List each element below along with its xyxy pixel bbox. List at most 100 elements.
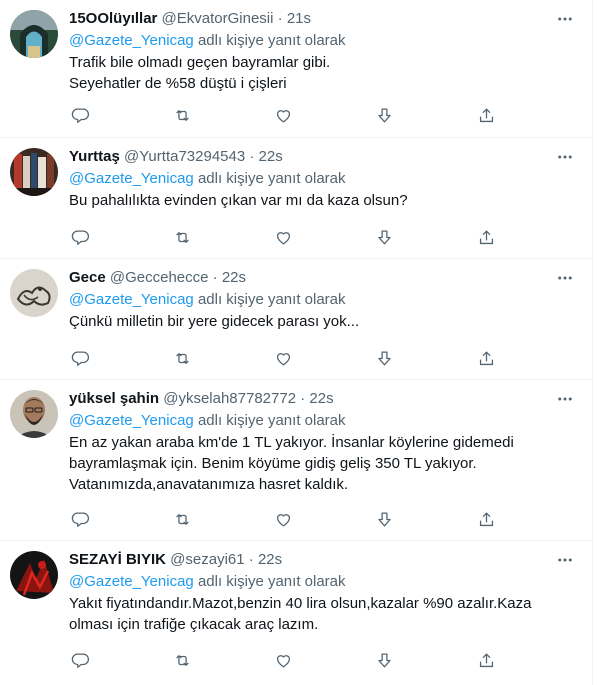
tweet-item[interactable]: 15OOlüyıllar @EkvatorGinesii · 21s @Gaze… <box>0 0 593 138</box>
downvote-button[interactable] <box>373 649 395 671</box>
timestamp[interactable]: 22s <box>259 148 283 165</box>
reply-bubble-icon <box>71 108 89 123</box>
timestamp[interactable]: 22s <box>258 551 282 568</box>
share-upload-icon <box>479 230 493 244</box>
user-handle[interactable]: @Geccehecce <box>110 269 209 286</box>
tweet-item[interactable]: SEZAYİ BIYIK @sezayi61 · 22s @Gazete_Yen… <box>0 541 593 685</box>
separator-dot: · <box>248 551 254 568</box>
downvote-button[interactable] <box>373 226 395 248</box>
action-bar <box>69 347 499 369</box>
reply-button[interactable] <box>69 347 91 369</box>
more-horizontal-icon <box>558 155 572 159</box>
share-button[interactable] <box>475 508 497 530</box>
tweet-item[interactable]: Gece @Geccehecce · 22s @Gazete_Yenicag a… <box>0 259 593 380</box>
tweet-text-line: Seyehatler de %58 düştü i çişleri <box>69 75 287 92</box>
tweet-item[interactable]: yüksel şahin @ykselah87782772 · 22s @Gaz… <box>0 380 593 541</box>
more-horizontal-icon <box>558 397 572 401</box>
tweet-text-line: En az yakan araba km'de 1 TL yakıyor. İn… <box>69 434 514 451</box>
retweet-button[interactable] <box>171 649 193 671</box>
replying-to-label: adlı kişiye yanıt olarak <box>197 291 346 308</box>
more-options-button[interactable] <box>553 268 577 288</box>
heart-icon <box>276 231 290 244</box>
retweet-icon <box>175 513 189 525</box>
share-upload-icon <box>479 653 493 667</box>
downvote-button[interactable] <box>373 347 395 369</box>
avatar[interactable] <box>10 551 58 599</box>
timestamp[interactable]: 22s <box>309 390 333 407</box>
share-button[interactable] <box>475 649 497 671</box>
retweet-button[interactable] <box>171 226 193 248</box>
mention-link[interactable]: @Gazete_Yenicag <box>69 32 194 49</box>
display-name[interactable]: SEZAYİ BIYIK <box>69 551 166 568</box>
heart-icon <box>276 654 290 667</box>
reply-button[interactable] <box>69 508 91 530</box>
tweet-item[interactable]: Yurttaş @Yurtta73294543 · 22s @Gazete_Ye… <box>0 138 593 259</box>
retweet-button[interactable] <box>171 508 193 530</box>
timestamp[interactable]: 22s <box>222 269 246 286</box>
separator-dot: · <box>277 10 283 27</box>
tweet-header: yüksel şahin @ykselah87782772 · 22s <box>69 389 334 409</box>
share-button[interactable] <box>475 226 497 248</box>
tweet-header: 15OOlüyıllar @EkvatorGinesii · 21s <box>69 9 311 29</box>
more-options-button[interactable] <box>553 550 577 570</box>
downvote-button[interactable] <box>373 508 395 530</box>
replying-to-line: @Gazete_Yenicag adlı kişiye yanıt olarak <box>69 572 346 592</box>
retweet-icon <box>175 654 189 666</box>
retweet-icon <box>175 109 189 121</box>
tweet-text: Çünkü milletin bir yere gidecek parası y… <box>69 311 574 332</box>
more-options-button[interactable] <box>553 9 577 29</box>
like-button[interactable] <box>272 226 294 248</box>
tweet-text: Bu pahalılıkta evinden çıkan var mı da k… <box>69 190 574 211</box>
like-button[interactable] <box>272 104 294 126</box>
reply-button[interactable] <box>69 104 91 126</box>
tweet-text-line: Vatanımızda,anavatanımıza hasret kaldık. <box>69 476 349 493</box>
reply-bubble-icon <box>71 512 89 527</box>
mention-link[interactable]: @Gazete_Yenicag <box>69 291 194 308</box>
retweet-button[interactable] <box>171 347 193 369</box>
replying-to-line: @Gazete_Yenicag adlı kişiye yanıt olarak <box>69 169 346 189</box>
avatar[interactable] <box>10 390 58 438</box>
reply-button[interactable] <box>69 649 91 671</box>
tweet-text: Yakıt fiyatındandır.Mazot,benzin 40 lira… <box>69 593 574 635</box>
action-bar <box>69 104 499 126</box>
user-handle[interactable]: @ykselah87782772 <box>163 390 296 407</box>
display-name[interactable]: Yurttaş <box>69 148 120 165</box>
separator-dot: · <box>300 390 306 407</box>
replying-to-label: adlı kişiye yanıt olarak <box>197 32 346 49</box>
mention-link[interactable]: @Gazete_Yenicag <box>69 170 194 187</box>
reply-button[interactable] <box>69 226 91 248</box>
downvote-arrow-icon <box>377 351 391 365</box>
more-horizontal-icon <box>558 17 572 21</box>
more-options-button[interactable] <box>553 389 577 409</box>
user-handle[interactable]: @sezayi61 <box>170 551 244 568</box>
retweet-button[interactable] <box>171 104 193 126</box>
user-handle[interactable]: @EkvatorGinesii <box>162 10 274 27</box>
like-button[interactable] <box>272 649 294 671</box>
tweet-header: SEZAYİ BIYIK @sezayi61 · 22s <box>69 550 282 570</box>
tweet-text-line: Yakıt fiyatındandır.Mazot,benzin 40 lira… <box>69 595 532 612</box>
display-name[interactable]: yüksel şahin <box>69 390 159 407</box>
downvote-arrow-icon <box>377 512 391 526</box>
share-button[interactable] <box>475 104 497 126</box>
avatar[interactable] <box>10 269 58 317</box>
user-handle[interactable]: @Yurtta73294543 <box>124 148 245 165</box>
downvote-button[interactable] <box>373 104 395 126</box>
display-name[interactable]: 15OOlüyıllar <box>69 10 157 27</box>
display-name[interactable]: Gece <box>69 269 106 286</box>
like-button[interactable] <box>272 347 294 369</box>
tweet-text: Trafik bile olmadı geçen bayramlar gibi.… <box>69 52 574 94</box>
avatar[interactable] <box>10 148 58 196</box>
tweet-feed: 15OOlüyıllar @EkvatorGinesii · 21s @Gaze… <box>0 0 593 685</box>
separator-dot: · <box>249 148 255 165</box>
mention-link[interactable]: @Gazete_Yenicag <box>69 412 194 429</box>
like-button[interactable] <box>272 508 294 530</box>
tweet-text-line: Trafik bile olmadı geçen bayramlar gibi. <box>69 54 331 71</box>
share-button[interactable] <box>475 347 497 369</box>
action-bar <box>69 508 499 530</box>
replying-to-label: adlı kişiye yanıt olarak <box>197 573 346 590</box>
timestamp[interactable]: 21s <box>287 10 311 27</box>
mention-link[interactable]: @Gazete_Yenicag <box>69 573 194 590</box>
more-options-button[interactable] <box>553 147 577 167</box>
avatar[interactable] <box>10 10 58 58</box>
retweet-icon <box>175 352 189 364</box>
